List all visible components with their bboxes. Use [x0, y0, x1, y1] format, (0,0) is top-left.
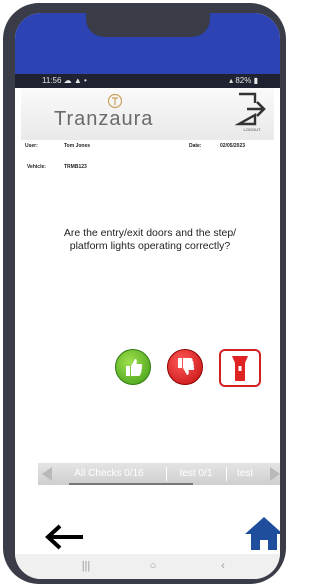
- vehicle-value: TRMB123: [64, 164, 87, 170]
- phone-frame: 11:56 ☁ ▲ • ▴ 82% ▮ Tranzaura LOGOUT Use…: [3, 3, 286, 584]
- tabs-left-arrow-icon[interactable]: [42, 467, 52, 481]
- tab-scroll-indicator: [69, 483, 193, 485]
- tabs-right-arrow-icon[interactable]: [270, 467, 280, 481]
- battery-percent: 82%: [235, 76, 252, 85]
- checks-tab-bar: All Checks 0/16 test 0/1 test: [38, 463, 280, 485]
- user-value: Tom Jones: [64, 143, 91, 149]
- flashlight-button[interactable]: [219, 349, 261, 387]
- date-label: Date:: [189, 143, 202, 149]
- status-icons: ☁ ▲ •: [63, 76, 87, 85]
- thumbs-down-icon: [178, 358, 195, 375]
- brand-emblem-icon: [107, 93, 123, 109]
- status-bar: 11:56 ☁ ▲ • ▴ 82% ▮: [15, 74, 280, 88]
- home-nav-icon[interactable]: ○: [146, 559, 160, 573]
- status-right: ▴ 82% ▮: [229, 76, 258, 85]
- date-value: 02/05/2023: [220, 143, 246, 149]
- tab-all-checks[interactable]: All Checks 0/16: [57, 467, 161, 481]
- logout-label: LOGOUT: [243, 127, 261, 132]
- brand-logo: Tranzaura: [54, 108, 154, 130]
- pass-button[interactable]: [115, 349, 151, 385]
- home-icon: [245, 517, 280, 550]
- fail-button[interactable]: [167, 349, 203, 385]
- tab-divider: [226, 467, 227, 481]
- tab-test-1[interactable]: test 0/1: [171, 467, 221, 481]
- logout-icon: [234, 92, 266, 126]
- user-label: User:: [25, 143, 38, 149]
- thumbs-up-icon: [126, 359, 143, 376]
- battery-icon: ▮: [253, 76, 258, 85]
- logout-button[interactable]: LOGOUT: [234, 91, 269, 135]
- android-nav-bar: ||| ○ ‹: [15, 554, 280, 579]
- recents-icon[interactable]: |||: [79, 559, 93, 573]
- status-left: 11:56 ☁ ▲ •: [42, 76, 87, 85]
- status-time: 11:56: [42, 76, 62, 85]
- camera-notch: [86, 13, 210, 37]
- back-arrow-icon: [45, 524, 83, 550]
- app-header: Tranzaura LOGOUT: [21, 88, 274, 140]
- back-button[interactable]: [43, 523, 87, 551]
- flashlight-icon: [232, 356, 248, 381]
- vehicle-label: Vehicle:: [27, 164, 46, 170]
- phone-screen: 11:56 ☁ ▲ • ▴ 82% ▮ Tranzaura LOGOUT Use…: [15, 13, 280, 579]
- tab-test-2[interactable]: test: [230, 467, 260, 481]
- check-question: Are the entry/exit doors and the step/ p…: [63, 227, 237, 252]
- back-nav-icon[interactable]: ‹: [216, 559, 230, 573]
- home-button[interactable]: [244, 515, 280, 555]
- tab-divider: [166, 467, 167, 481]
- signal-icon: ▴: [229, 76, 234, 85]
